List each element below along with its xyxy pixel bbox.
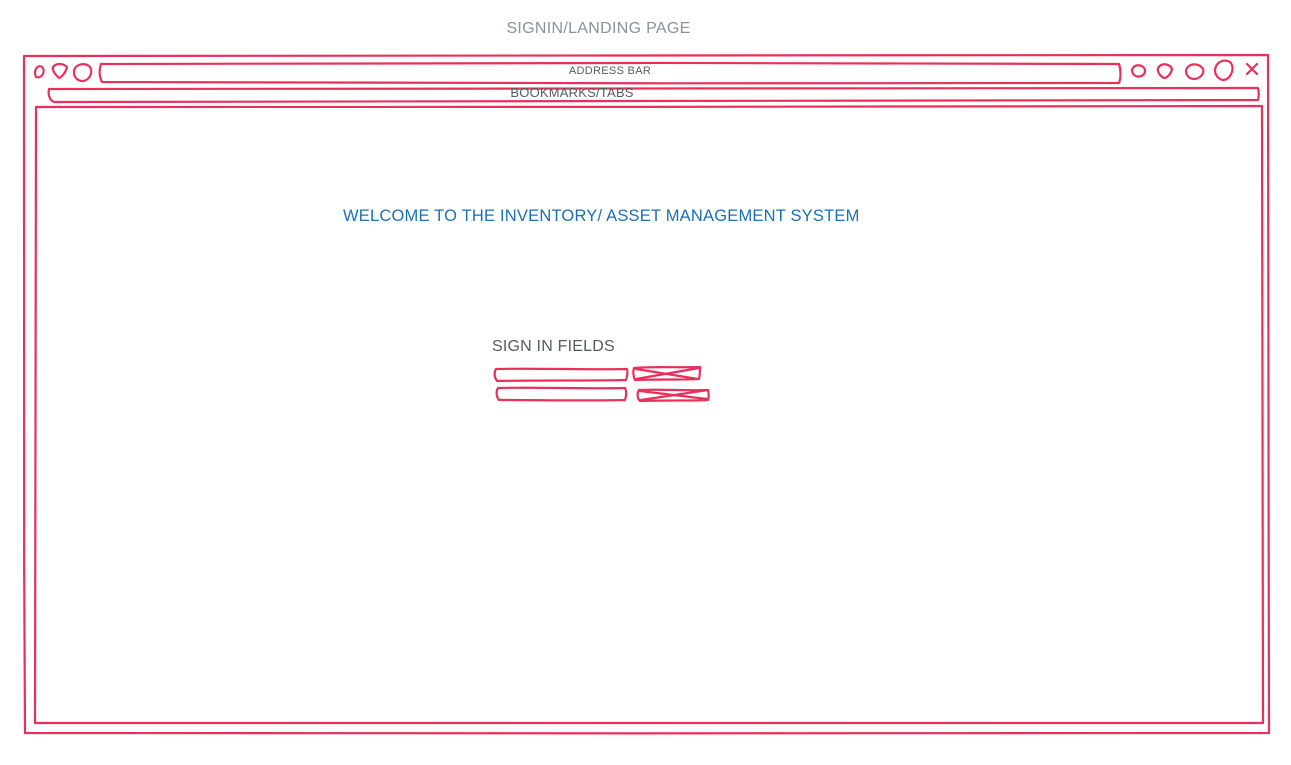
username-input[interactable]: [495, 368, 628, 381]
window-control-icon: [1130, 64, 1147, 78]
browser-wireframe: [22, 53, 1271, 735]
left-window-controls: [34, 62, 93, 83]
window-control-icon: [34, 65, 45, 79]
signin-fields-label: SIGN IN FIELDS: [492, 338, 615, 355]
window-control-icon: [72, 63, 93, 83]
window-control-icon: [1156, 63, 1174, 80]
image-placeholder-icon: [632, 365, 702, 382]
window-control-icon: [1213, 59, 1234, 82]
bookmarks-bar-label: BOOKMARKS/TABS: [510, 85, 634, 100]
close-button[interactable]: [1244, 61, 1260, 77]
right-window-controls: [1130, 59, 1259, 82]
window-control-icon: [51, 62, 69, 80]
window-control-icon: [1184, 63, 1205, 80]
image-placeholder-icon: [636, 388, 710, 403]
address-bar-input[interactable]: [101, 63, 1120, 84]
browser-frame: [22, 53, 1271, 735]
password-input[interactable]: [497, 387, 626, 401]
content-area: [33, 104, 1265, 725]
welcome-heading: WELCOME TO THE INVENTORY/ ASSET MANAGEME…: [343, 207, 860, 225]
